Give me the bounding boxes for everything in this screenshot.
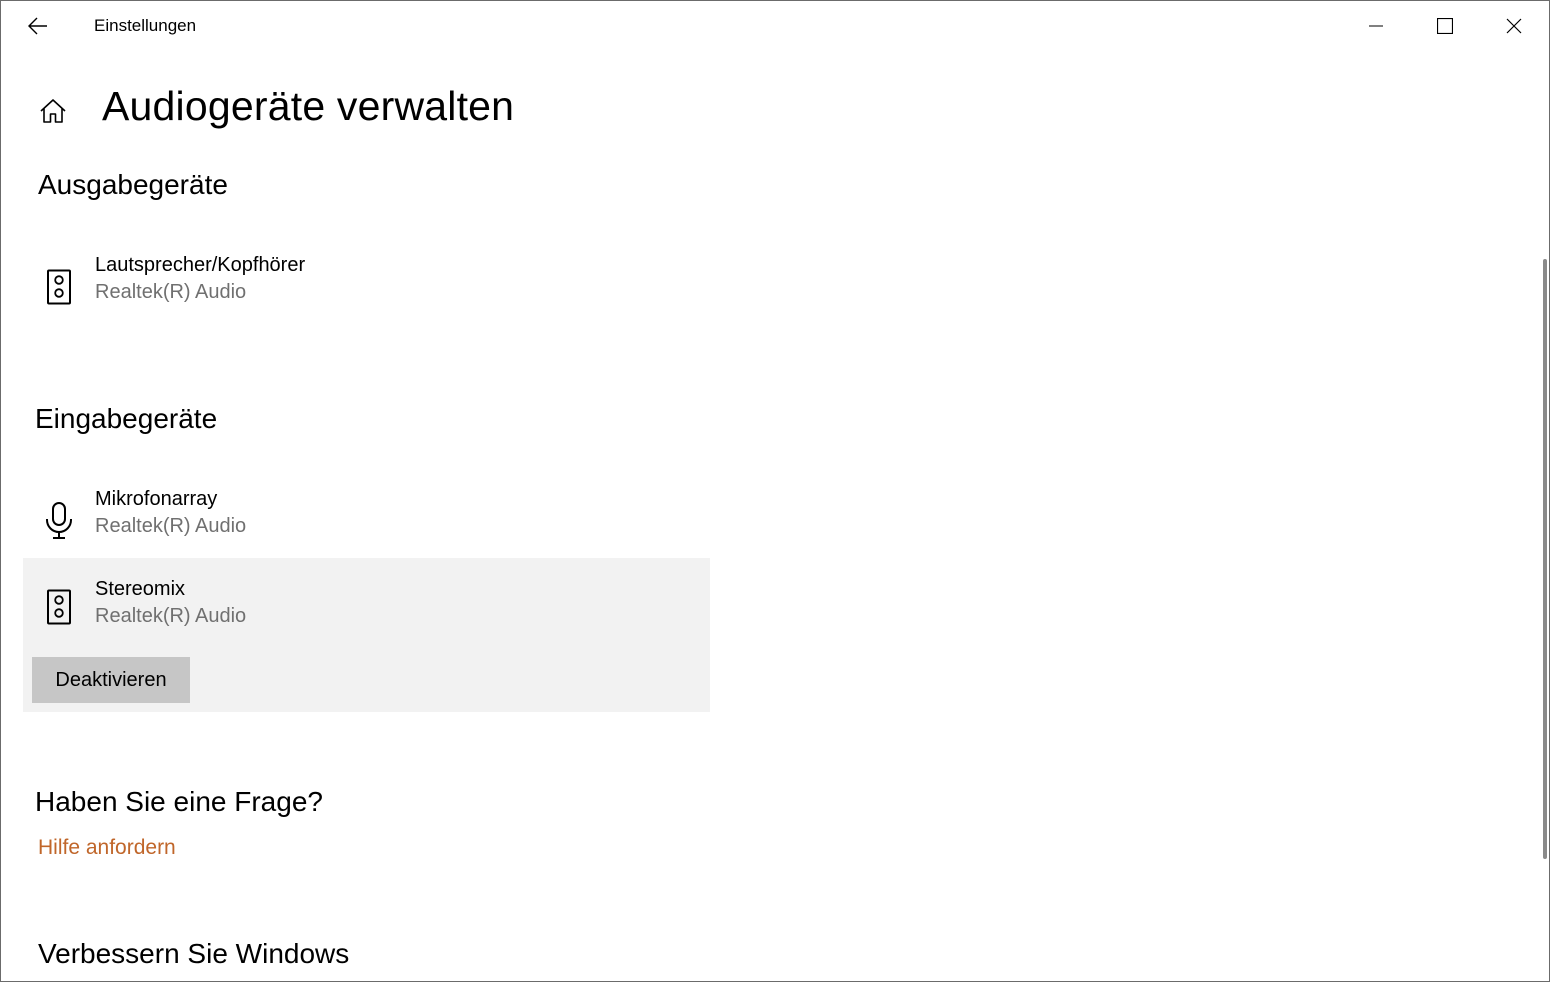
help-heading: Haben Sie eine Frage?: [35, 786, 323, 817]
device-name: Lautsprecher/Kopfhörer: [95, 254, 306, 276]
page-title: Audiogeräte verwalten: [102, 83, 515, 129]
input-devices-heading: Eingabegeräte: [35, 403, 218, 434]
home-icon: [40, 99, 66, 123]
arrow-left-icon: [28, 17, 47, 35]
maximize-button[interactable]: [1411, 1, 1479, 51]
output-devices-heading: Ausgabegeräte: [38, 169, 228, 200]
speaker-icon: [41, 262, 77, 312]
get-help-link[interactable]: Hilfe anfordern: [38, 836, 176, 860]
device-driver: Realtek(R) Audio: [95, 515, 247, 537]
title-bar: Einstellungen: [1, 1, 1549, 51]
speaker-icon: [41, 582, 77, 632]
disable-button[interactable]: Deaktivieren: [32, 657, 190, 703]
microphone-icon: [41, 496, 77, 546]
close-icon: [1506, 18, 1522, 34]
maximize-icon: [1437, 18, 1453, 34]
device-name: Mikrofonarray: [95, 488, 218, 510]
input-device-item[interactable]: Mikrofonarray Realtek(R) Audio: [23, 478, 710, 568]
home-button[interactable]: [31, 91, 75, 131]
settings-window: Einstellungen Audiogeräte verwalten Ausg…: [0, 0, 1550, 982]
window-title: Einstellungen: [94, 16, 197, 35]
minimize-button[interactable]: [1342, 1, 1410, 51]
minimize-icon: [1369, 25, 1383, 27]
device-driver: Realtek(R) Audio: [95, 605, 247, 627]
back-button[interactable]: [15, 5, 61, 47]
close-button[interactable]: [1480, 1, 1548, 51]
input-device-item-selected[interactable]: Stereomix Realtek(R) Audio Deaktivieren: [23, 558, 710, 712]
feedback-heading: Verbessern Sie Windows: [38, 938, 350, 969]
device-driver: Realtek(R) Audio: [95, 281, 247, 303]
device-name: Stereomix: [95, 578, 186, 600]
vertical-scrollbar[interactable]: [1543, 259, 1547, 859]
output-device-item[interactable]: Lautsprecher/Kopfhörer Realtek(R) Audio: [23, 244, 710, 334]
